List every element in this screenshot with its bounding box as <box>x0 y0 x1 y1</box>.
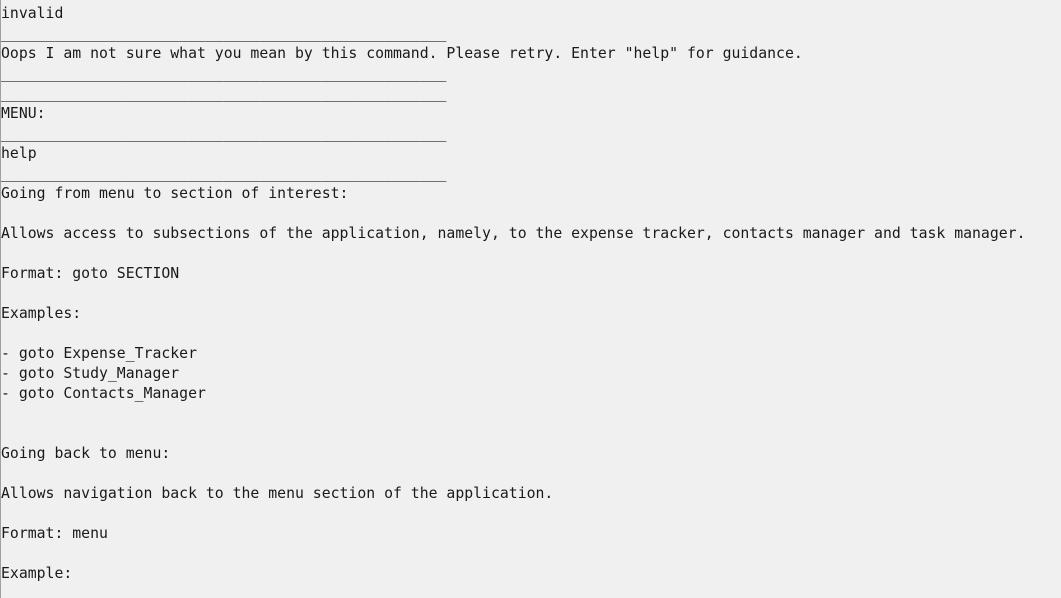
console-line: MENU: <box>1 105 46 122</box>
console-line: ________________________________________… <box>1 165 447 182</box>
console-line: Allows access to subsections of the appl… <box>1 225 1026 242</box>
console-line: help <box>1 145 37 162</box>
console-output: invalid _________________________________… <box>1 4 1061 584</box>
console-window[interactable]: invalid _________________________________… <box>0 0 1061 598</box>
console-line: Example: <box>1 565 73 582</box>
console-line: Allows navigation back to the menu secti… <box>1 485 554 502</box>
console-line: Examples: <box>1 305 82 322</box>
console-line: ________________________________________… <box>1 85 447 102</box>
console-line: Format: menu <box>1 525 108 542</box>
console-line: ________________________________________… <box>1 125 447 142</box>
console-line: Oops I am not sure what you mean by this… <box>1 45 803 62</box>
console-line: - goto Contacts_Manager <box>1 385 206 402</box>
console-line: - goto Study_Manager <box>1 365 180 382</box>
console-line: invalid <box>1 5 64 22</box>
console-line: ________________________________________… <box>1 65 447 82</box>
console-line: Going from menu to section of interest: <box>1 185 349 202</box>
console-line: - goto Expense_Tracker <box>1 345 197 362</box>
console-line: Going back to menu: <box>1 445 171 462</box>
console-line: ________________________________________… <box>1 25 447 42</box>
console-line: Format: goto SECTION <box>1 265 180 282</box>
